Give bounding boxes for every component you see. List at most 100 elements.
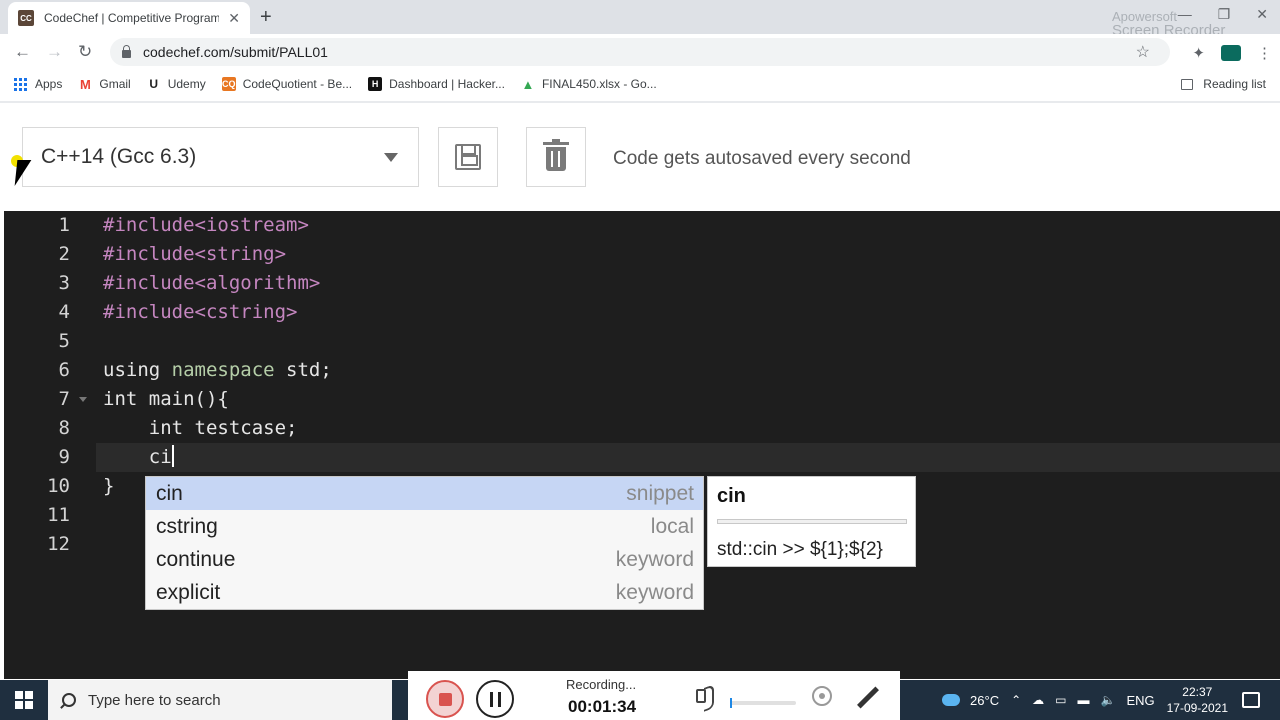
autocomplete-meta: keyword	[615, 547, 694, 571]
active-line-highlight	[96, 443, 1280, 472]
line-number: 2	[58, 243, 70, 265]
dropdown-arrow-icon	[384, 153, 398, 162]
bookmarks-bar: Apps M Gmail U Udemy CQ CodeQuotient - B…	[0, 70, 1280, 98]
clock-time: 22:37	[1182, 685, 1213, 699]
line-number: 3	[58, 272, 70, 294]
forward-icon[interactable]: →	[46, 42, 63, 62]
recorder-toolbar: Recording... 00:01:34	[408, 671, 900, 720]
bookmark-udemy[interactable]: U Udemy	[147, 77, 206, 91]
save-icon	[455, 144, 481, 170]
minimize-icon[interactable]: —	[1178, 6, 1192, 23]
reload-icon[interactable]: ↻	[78, 42, 92, 62]
browser-tab[interactable]: CC CodeChef | Competitive Program ✕	[8, 2, 250, 34]
bookmark-drive[interactable]: ▲ FINAL450.xlsx - Go...	[521, 76, 657, 92]
language-select[interactable]: C++14 (Gcc 6.3)	[22, 127, 419, 187]
lock-icon	[122, 45, 131, 58]
bookmark-codequotient[interactable]: CQ CodeQuotient - Be...	[221, 77, 352, 91]
editor-header: C++14 (Gcc 6.3) Code gets autosaved ever…	[0, 103, 1280, 209]
windows-start-icon[interactable]	[15, 691, 33, 709]
autocomplete-item[interactable]: cin snippet	[146, 477, 703, 510]
cloud-icon[interactable]: ☁	[1032, 693, 1044, 707]
drive-icon: ▲	[521, 76, 535, 92]
close-window-icon[interactable]: ✕	[1256, 6, 1268, 23]
autocomplete-item[interactable]: cstring local	[146, 510, 703, 543]
menu-icon[interactable]: ⋮	[1257, 44, 1272, 62]
temperature[interactable]: 26°C	[970, 693, 999, 708]
bookmark-apps[interactable]: Apps	[14, 77, 62, 91]
doc-body: std::cin >> ${1};${2}	[717, 539, 883, 560]
apps-grid-icon	[14, 77, 27, 91]
pen-icon[interactable]	[857, 686, 879, 709]
battery-icon[interactable]: ▬	[1077, 693, 1089, 707]
bookmark-label: Udemy	[167, 77, 206, 91]
recording-status: Recording...	[566, 677, 637, 692]
code-line: }	[103, 475, 115, 497]
save-button[interactable]	[438, 127, 498, 187]
doc-separator	[717, 519, 907, 524]
codequotient-icon: CQ	[221, 77, 236, 91]
notifications-icon[interactable]	[1242, 692, 1260, 708]
fold-arrow-icon[interactable]	[79, 397, 87, 402]
autocomplete-doc-tooltip: cin std::cin >> ${1};${2}	[707, 476, 916, 567]
tray-expand-icon[interactable]: ⌃	[1011, 693, 1021, 707]
stop-recording-button[interactable]	[426, 680, 464, 718]
back-icon[interactable]: ←	[14, 42, 31, 62]
screen: CC CodeChef | Competitive Program ✕ + Ap…	[0, 0, 1280, 720]
line-number: 4	[58, 301, 70, 323]
line-number: 12	[47, 533, 70, 555]
line-number: 5	[58, 330, 70, 352]
code-line: #include<string>	[103, 243, 287, 265]
delete-button[interactable]	[526, 127, 586, 187]
stop-icon	[438, 692, 452, 706]
code-line: int main(){	[103, 388, 229, 410]
autosave-note: Code gets autosaved every second	[613, 148, 911, 169]
bookmark-label: Dashboard | Hacker...	[389, 77, 505, 91]
mouse-pointer-icon	[14, 160, 32, 186]
clock[interactable]: 22:37 17-09-2021	[1167, 684, 1228, 716]
pause-recording-button[interactable]	[476, 680, 514, 718]
extension-app-icon[interactable]	[1221, 45, 1241, 61]
code-line: #include<iostream>	[103, 214, 309, 236]
extensions-icon[interactable]: ✦	[1192, 44, 1205, 62]
toolbar-right: ✦ ⋮	[1192, 44, 1272, 62]
reading-list-icon	[1181, 78, 1194, 90]
reading-list[interactable]: Reading list	[1181, 77, 1266, 91]
line-number: 9	[58, 446, 70, 468]
code-line: int testcase;	[103, 417, 298, 439]
webcam-icon[interactable]	[812, 686, 832, 706]
browser-titlebar: CC CodeChef | Competitive Program ✕ + Ap…	[0, 0, 1280, 38]
taskbar-search[interactable]: Type here to search	[48, 680, 392, 720]
gmail-icon: M	[79, 76, 91, 92]
input-language[interactable]: ENG	[1126, 693, 1154, 708]
restore-icon[interactable]: ❐	[1218, 6, 1231, 23]
volume-icon[interactable]: 🔈	[1100, 693, 1115, 707]
hackerrank-icon: H	[368, 77, 383, 91]
address-bar[interactable]: codechef.com/submit/PALL01 ☆	[110, 38, 1170, 66]
new-tab-icon[interactable]: +	[260, 6, 272, 29]
autocomplete-item[interactable]: continue keyword	[146, 543, 703, 576]
speaker-icon[interactable]	[696, 689, 706, 703]
weather-icon[interactable]	[939, 689, 961, 706]
bookmark-gmail[interactable]: M Gmail	[78, 76, 131, 92]
autocomplete-meta: local	[650, 514, 694, 538]
bookmark-star-icon[interactable]: ☆	[1136, 42, 1150, 62]
bookmark-hackerrank[interactable]: H Dashboard | Hacker...	[368, 77, 505, 91]
url-text: codechef.com/submit/PALL01	[143, 44, 328, 60]
language-value: C++14 (Gcc 6.3)	[41, 145, 197, 168]
autocomplete-item[interactable]: explicit keyword	[146, 576, 703, 609]
keyword-namespace: namespace	[171, 359, 275, 381]
search-placeholder: Type here to search	[88, 691, 221, 709]
volume-slider[interactable]	[730, 698, 796, 708]
tab-close-icon[interactable]: ✕	[228, 10, 240, 27]
autocomplete-popup: cin snippet cstring local continue keywo…	[145, 476, 704, 610]
code-line: #include<cstring>	[103, 301, 298, 323]
line-number: 1	[58, 214, 70, 236]
browser-toolbar: ← → ↻ codechef.com/submit/PALL01 ☆ ✦ ⋮	[0, 34, 1280, 70]
bookmark-label: FINAL450.xlsx - Go...	[541, 77, 657, 91]
volume-knob[interactable]	[730, 698, 732, 708]
autocomplete-label: explicit	[156, 580, 221, 604]
doc-title: cin	[717, 485, 746, 507]
code-line-text: ci	[103, 446, 172, 468]
bookmark-label: Gmail	[99, 77, 131, 91]
display-icon[interactable]: ▭	[1055, 693, 1066, 707]
